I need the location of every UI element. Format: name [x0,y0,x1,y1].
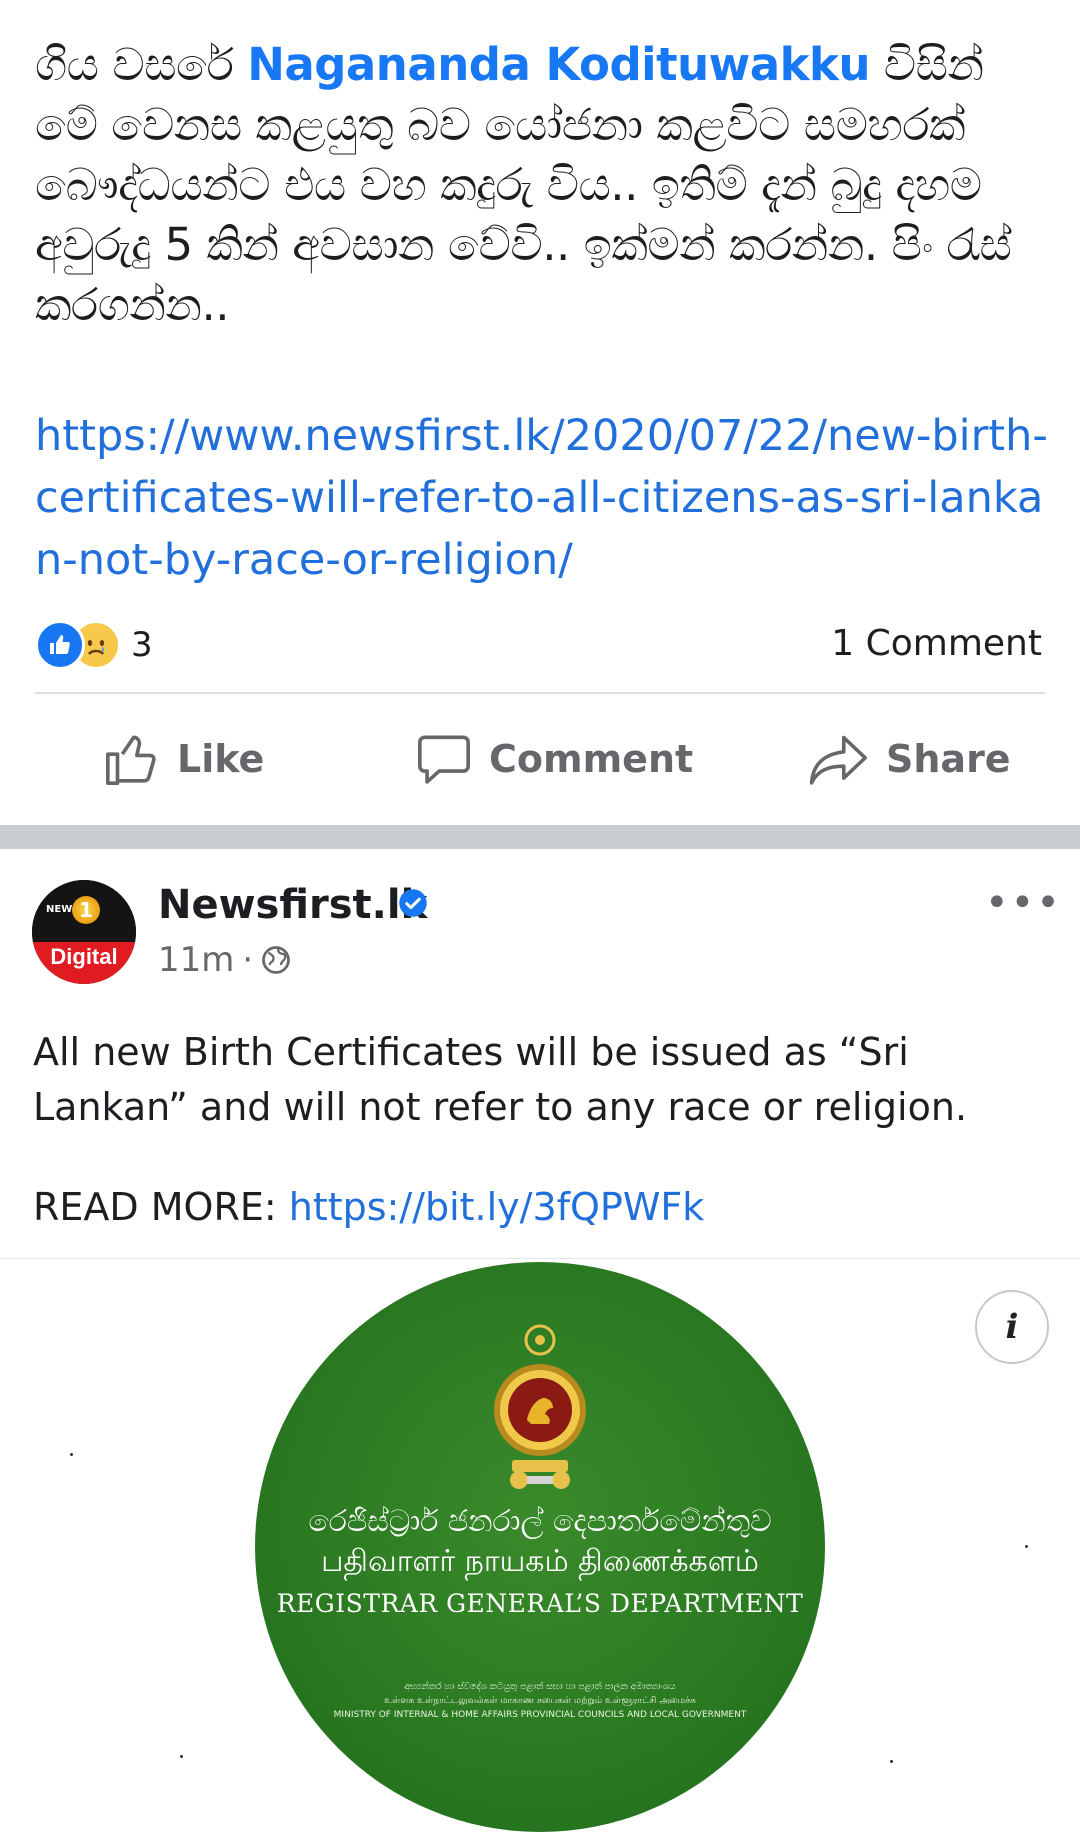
comment-label: Comment [489,737,694,781]
image-speck [890,1760,893,1763]
national-emblem-icon [494,1324,586,1489]
feed-separator [0,825,1080,849]
divider [35,692,1045,694]
more-options-button[interactable]: ••• [985,880,1062,926]
reactions-summary[interactable]: 3 [35,620,153,670]
info-button[interactable]: i [975,1290,1049,1364]
page-name[interactable]: Newsfirst.lk [158,882,427,928]
page-avatar[interactable]: NEWS 1 Digital [32,880,136,984]
read-more-label: READ MORE: [33,1185,289,1229]
mention-link[interactable]: Nagananda Kodituwakku [247,38,870,91]
thumbs-up-icon [106,735,156,785]
sinhala-title: රෙජිස්ට්‍රාර් ජනරාල් දෙපාර්තමේන්තුව [308,1504,772,1539]
logo-number: 1 [72,896,100,924]
like-label: Like [177,737,265,781]
post-time[interactable]: 11m [158,940,234,980]
english-title: REGISTRAR GENERAL’S DEPARTMENT [276,1589,804,1618]
globe-icon [262,946,291,974]
tamil-title: பதிவாளர் நாயகம் திணைக்களம் [321,1544,759,1579]
comment-count[interactable]: 1 Comment [831,623,1042,664]
comment-button[interactable]: Comment [415,730,693,788]
image-speck [180,1755,183,1758]
meta-separator: · [242,940,254,980]
share-button[interactable]: Share [808,730,1011,788]
post-text-start: ගිය වසරේ [35,38,248,91]
read-more-line: READ MORE: https://bit.ly/3fQPWFk [33,1185,704,1229]
share-label: Share [886,737,1011,781]
like-button[interactable]: Like [103,730,264,788]
action-bar: Like Comment Share [0,720,1080,800]
comment-bubble-icon [418,735,470,784]
avatar-label: Digital [50,944,118,969]
share-arrow-icon [809,735,868,785]
post-meta: 11m · [158,940,291,980]
ministry-caption: අභ්‍යන්තර හා ස්වදේශ කටයුතු පළාත් සභා හා … [333,1682,747,1720]
verified-badge-icon [398,888,428,922]
like-icon [35,620,85,670]
department-logo-image: රෙජිස්ට්‍රාර් ජනරාල් දෙපාර්තමේන්තුව பதிவ… [255,1262,825,1832]
article-link[interactable]: https://www.newsfirst.lk/2020/07/22/new-… [35,405,1055,591]
post-body: All new Birth Certificates will be issue… [33,1030,968,1129]
read-more-link[interactable]: https://bit.ly/3fQPWFk [289,1185,705,1229]
image-speck [1025,1545,1028,1548]
image-speck [70,1453,73,1456]
post-text: ගිය වසරේ Nagananda Kodituwakku විසින් මේ… [35,35,1045,335]
reaction-count: 3 [131,625,153,665]
